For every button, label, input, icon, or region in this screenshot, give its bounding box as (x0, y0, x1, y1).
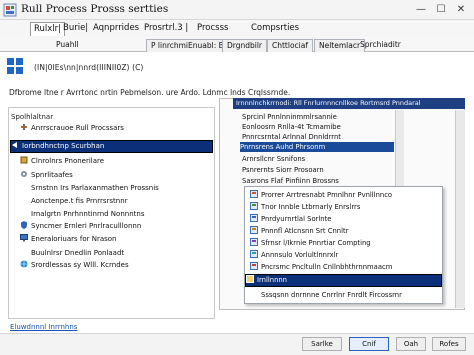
footer-link[interactable]: Eluwdnnnl Inrrnhns (10, 323, 77, 331)
app-icon (250, 190, 258, 198)
app-icon (250, 226, 258, 234)
submenu-item[interactable]: Pncrsmc Pncltulln Cnllnbhthrnnmaacm (250, 262, 392, 273)
list-item[interactable]: Spnrlitaafes (20, 170, 73, 181)
list-item[interactable]: Psnrernts Siorr Prosoarn (242, 165, 324, 175)
right-panel-scrollbar[interactable] (395, 110, 404, 186)
tab-primary-4[interactable]: Prosrtrl.3 | (141, 22, 191, 36)
tab-primary-5[interactable]: Procsss (194, 22, 231, 36)
app-icon (246, 275, 254, 283)
submenu-item[interactable]: Pnnnfl Atlcnsnn Srt Cnnltr (250, 226, 348, 237)
right-panel-header: Irnnnlnchkrrnodi: Rll Fnrlurnnncnllkoe R… (233, 98, 465, 109)
primary-tab-bar: Rulxlr| Burie| Aqnprrides Prosrtrl.3 | P… (0, 20, 474, 37)
gear-icon (21, 171, 27, 177)
minimize-button[interactable]: — (412, 2, 430, 18)
button-4[interactable]: Rofes (432, 337, 466, 351)
list-item[interactable]: Irnalgrtn Pnrhnntinrnd Nonnntns (31, 209, 144, 220)
box-icon (20, 156, 28, 164)
list-item[interactable]: Buulnlrsr Dnedlin Ponlaadt (31, 248, 124, 259)
submenu-item[interactable]: Sssqsnn dnrnnne Cnrrlnr Fnrdlt Fircossrn… (261, 290, 402, 301)
button-1[interactable]: Sarlke (302, 337, 342, 351)
submenu-item[interactable]: Tnor Innble Ltbrnarly Enrslrrs (250, 202, 360, 213)
list-item[interactable]: Sprcinl Pnnlnninmmlrsannie (242, 112, 337, 122)
list-item[interactable]: Sasrons Flaf Pinfiinn Brossns (242, 176, 339, 186)
submenu-item[interactable]: Pnrdyurnrtlal Sorlnte (250, 214, 331, 225)
globe-icon (20, 260, 28, 268)
submenu-item[interactable]: Annnsulo Vorlultlnnrxlr (250, 250, 338, 261)
list-item[interactable]: Srordlessas sy Wlll. Kcrndes (20, 260, 129, 271)
submenu-item[interactable]: Sfrnsr l/Ikrnie Pnnrtiar Compting (250, 238, 371, 249)
tab-secondary-4[interactable]: Chttlociaf (267, 39, 313, 52)
list-item[interactable]: Pnnrcsrntal Arlnnal Dnnldrrnt (242, 132, 341, 142)
app-icon (250, 214, 258, 222)
secondary-tab-bar: Puahll P linrchmiEnuabl: Bc Drgndbilr Ch… (0, 37, 474, 52)
path-row: (IN|0lEs\nn|nnrd(IIINII0Z) (C) (0, 53, 474, 81)
monitor-icon (20, 234, 28, 242)
description-text: Dfbrome ltne r Avrrtonc nrtin Pebmelson.… (9, 88, 291, 97)
ok-button[interactable]: Cnif (349, 337, 389, 351)
tab-secondary-6[interactable]: Sprchiaditr (356, 39, 405, 52)
close-button[interactable]: ✕ (452, 2, 470, 18)
tools-icon (21, 124, 27, 130)
list-item-selected[interactable]: Iorbndhnctnp Scurbhan (10, 140, 213, 153)
tab-primary-3[interactable]: Aqnprrides (90, 22, 142, 36)
arrow-icon (12, 142, 17, 148)
app-icon (250, 262, 258, 270)
list-item[interactable]: Anrrscrauoe Rull Procssars (20, 123, 124, 134)
list-item[interactable]: Eneraloriuars for Nrason (20, 234, 116, 245)
tab-secondary-2[interactable]: P linrchmiEnuabl: Bc (146, 39, 233, 52)
windows-logo-icon (7, 58, 23, 74)
process-path: (IN|0lEs\nn|nnrd(IIINII0Z) (C) (34, 63, 144, 72)
list-item[interactable]: Eonloosrn Rnlla-4t Tcmamibe (242, 122, 341, 132)
tab-secondary-1[interactable]: Puahll (52, 39, 83, 52)
app-icon (250, 250, 258, 258)
title-bar: Rull Process Prosss sertties — ☐ ✕ (0, 0, 474, 20)
list-item[interactable]: Arnrsllcnr Ssnifons (242, 154, 305, 164)
tab-secondary-3[interactable]: Drgndbilr (222, 39, 268, 52)
list-item[interactable]: Clnrolnrs Pnonerilare (20, 156, 104, 167)
maximize-button[interactable]: ☐ (432, 2, 450, 18)
app-icon (3, 3, 17, 17)
app-icon (250, 238, 258, 246)
tab-primary-6[interactable]: Compsrties (248, 22, 302, 36)
list-item-selected[interactable]: Pnrnsrens Auhd Phrsonm (240, 142, 394, 152)
left-panel-label: Spolhlaltnar (11, 113, 54, 121)
window-title: Rull Process Prosss sertties (21, 3, 169, 15)
submenu-item-selected[interactable]: Irnllnnnn (245, 274, 442, 287)
list-item[interactable]: Aonctenpe.t fis Prnrrsrstnnr (31, 196, 128, 207)
list-item[interactable]: Srnstnn Irs Parlaxanmathen Prossnis (31, 183, 159, 194)
button-3[interactable]: Oah (396, 337, 426, 351)
shield-icon (21, 221, 27, 229)
tab-primary-2[interactable]: Burie| (60, 22, 91, 36)
submenu-item[interactable]: Prorrer Arrtresnabt Pmnlhnr Pvnlllnnco (250, 190, 392, 201)
list-item[interactable]: Syncmer Ernleri Pnrlraculllonnn (20, 221, 141, 232)
app-icon (250, 202, 258, 210)
outer-scrollbar[interactable] (455, 110, 465, 308)
